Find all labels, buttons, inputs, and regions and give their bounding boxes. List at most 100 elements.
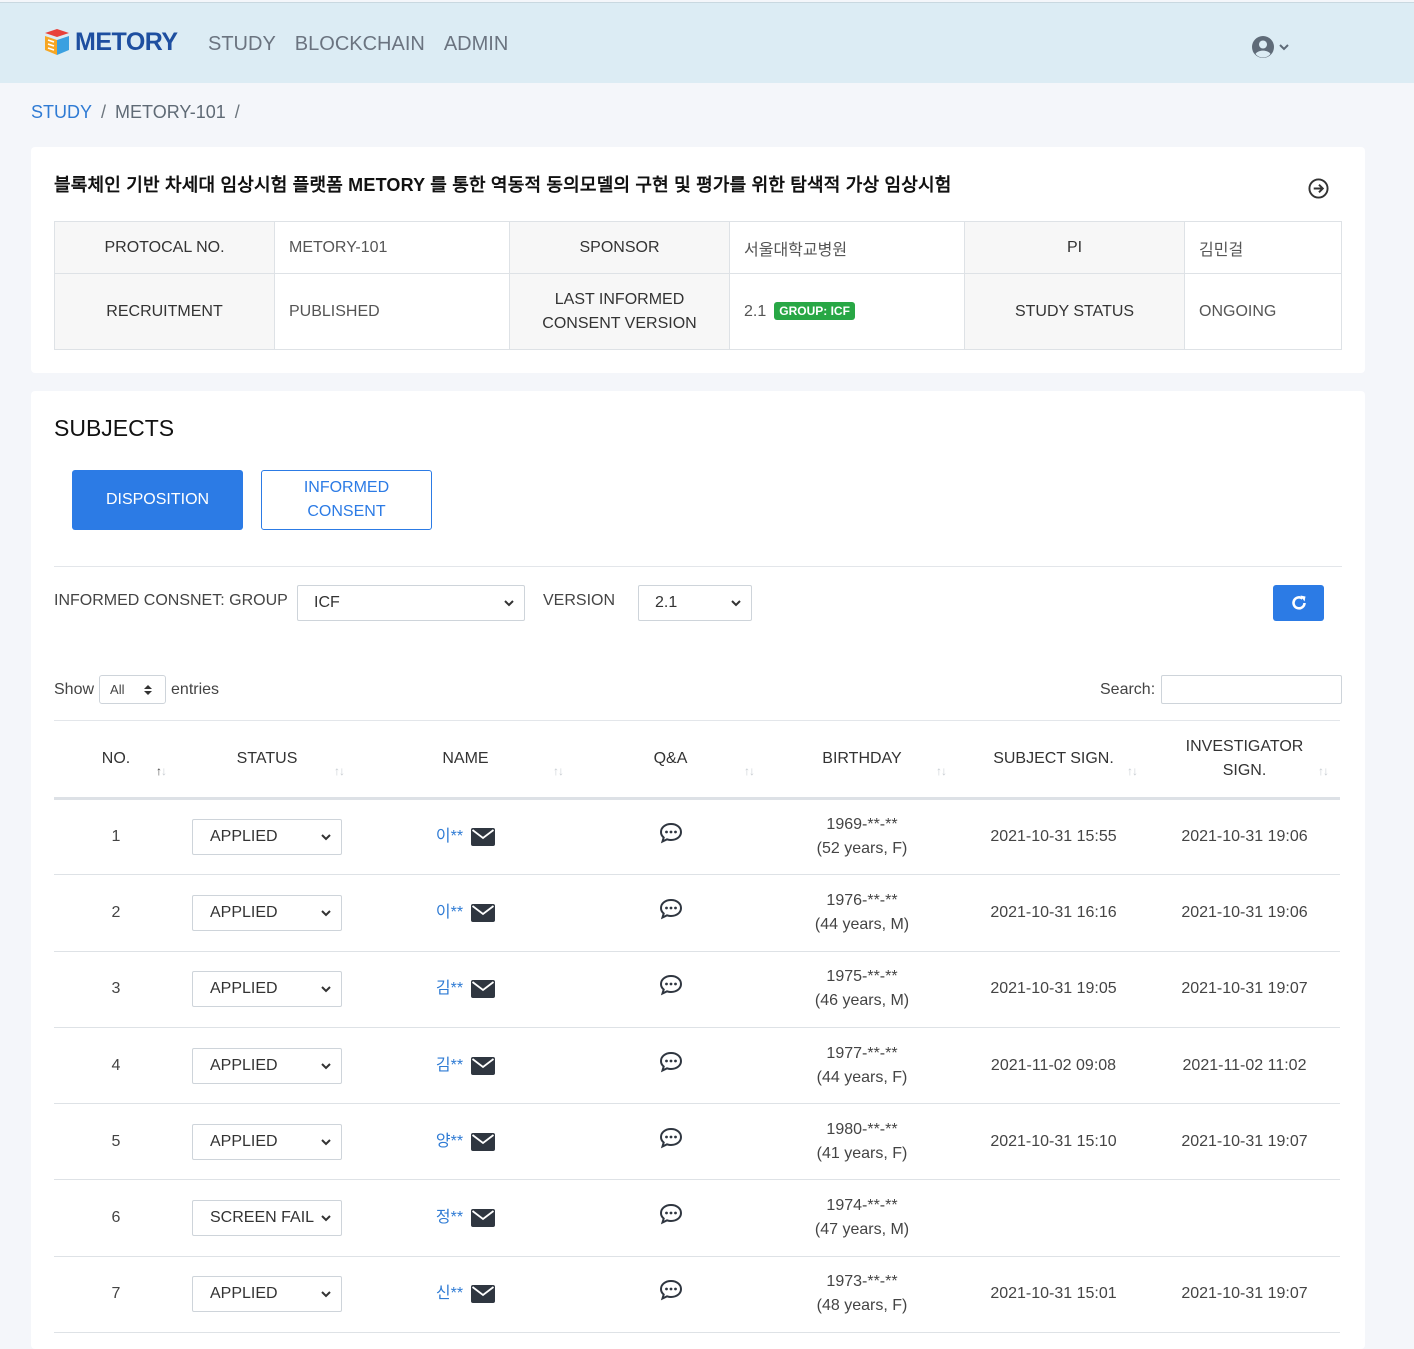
breadcrumb-protocol: METORY-101 [115,102,226,122]
subject-name-link[interactable]: 이** [436,901,463,925]
status-select[interactable]: APPLIED [192,819,342,856]
show-label: Show [54,680,95,698]
row-qa-cell [575,1027,766,1105]
row-investigator-sign: 2021-10-31 19:07 [1149,1256,1340,1334]
nav-study[interactable]: STUDY [208,33,276,56]
table-row: 7 APPLIED 신** 1973-**-** (48 years, F) 2021-1… [54,1256,1340,1334]
birthday-value: 1975-**-** [826,968,898,986]
breadcrumb-study[interactable]: STUDY [31,102,92,123]
chevron-down-icon [321,986,331,993]
col-no[interactable]: NO. ↑↓ [54,720,178,800]
entries-length-select[interactable]: All [99,675,167,704]
subject-name-link[interactable]: 이** [436,825,463,849]
group-select[interactable]: ICF [297,585,525,621]
row-no: 1 [54,798,178,876]
chat-bubble-icon[interactable] [659,1279,683,1301]
user-menu[interactable] [1251,35,1291,59]
status-select[interactable]: APPLIED [192,894,342,931]
chat-bubble-icon[interactable] [659,1127,683,1149]
row-name-cell: 이** [356,874,575,952]
table-row: 4 APPLIED 김** 1977-**-** (44 years, F) 2021-1… [54,1027,1340,1105]
status-select-value: APPLIED [210,1056,278,1074]
search-label: Search: [1100,680,1156,698]
status-select[interactable]: SCREEN FAIL [192,1200,342,1237]
row-subject-sign [958,1179,1149,1257]
row-qa-cell [575,951,766,1028]
envelope-icon[interactable] [471,1056,496,1075]
tab-disposition[interactable]: DISPOSITION [72,470,243,530]
tab-informed-consent[interactable]: INFORMED CONSENT [261,470,432,530]
entries-length-value: All [110,682,125,697]
chevron-down-icon [321,1139,331,1146]
envelope-icon[interactable] [471,1209,496,1228]
study-title: 블록체인 기반 차세대 임상시험 플랫폼 METORY 를 통한 역동적 동의모… [54,175,952,195]
main-nav: STUDY BLOCKCHAIN ADMIN [208,33,527,56]
row-birthday-cell: 1976-**-** (44 years, M) [766,874,958,952]
row-subject-sign: 2021-10-31 15:10 [958,1103,1149,1181]
study-status-value[interactable]: ONGOING [1184,273,1342,350]
subject-name-link[interactable]: 정** [436,1206,463,1230]
row-birthday-cell: 1973-**-** (48 years, F) [766,1256,958,1334]
col-qa-label: Q&A [653,750,688,767]
refresh-button[interactable] [1273,585,1324,621]
status-select[interactable]: APPLIED [192,1047,342,1084]
chat-bubble-icon[interactable] [659,1203,683,1225]
subjects-table: NO. ↑↓ STATUS ↑↓ NAME ↑↓ Q&A ↑↓ BIRTHDAY ↑↓ S… [54,720,1340,1334]
status-select-value: APPLIED [210,980,278,998]
row-subject-sign: 2021-10-31 19:05 [958,951,1149,1028]
subject-name-link[interactable]: 김** [436,977,463,1001]
nav-admin[interactable]: ADMIN [444,33,508,56]
col-name[interactable]: NAME ↑↓ [356,720,575,800]
status-select[interactable]: APPLIED [192,1276,342,1313]
subject-name-link[interactable]: 김** [436,1054,463,1078]
subject-name-link[interactable]: 신** [436,1282,463,1306]
col-no-label: NO. [101,750,131,767]
col-subject-sign[interactable]: SUBJECT SIGN. ↑↓ [958,720,1149,800]
breadcrumb-separator: / [101,102,107,122]
search-input[interactable] [1161,675,1343,704]
nav-blockchain[interactable]: BLOCKCHAIN [295,33,425,56]
group-select-value: ICF [314,594,340,611]
consent-version-value: 2.1 [744,303,767,320]
subjects-title: SUBJECTS [54,415,175,441]
sort-icon: ↑↓ [334,764,345,778]
envelope-icon[interactable] [471,828,496,847]
subjects-table-body: 1 APPLIED 이** 1969-**-** (52 years, F) 2021-1… [54,798,1340,1334]
row-name-cell: 신** [356,1256,575,1334]
user-circle-icon [1252,36,1274,58]
envelope-icon[interactable] [471,903,496,922]
row-birthday-cell: 1975-**-** (46 years, M) [766,951,958,1028]
sort-icon: ↑↓ [156,764,167,778]
chat-bubble-icon[interactable] [659,1051,683,1073]
subjects-card: SUBJECTS DISPOSITION INFORMED CONSENT IN… [31,391,1365,1349]
chevron-down-icon [321,1215,331,1222]
table-row: 5 APPLIED 양** 1980-**-** (41 years, F) 2021-1… [54,1103,1340,1181]
status-select[interactable]: APPLIED [192,1123,342,1160]
envelope-icon[interactable] [471,1132,496,1151]
status-select[interactable]: APPLIED [192,971,342,1008]
row-investigator-sign: 2021-10-31 19:07 [1149,1103,1340,1181]
age-gender-value: (47 years, M) [814,1221,910,1239]
logo[interactable]: METORY [42,27,178,57]
chat-bubble-icon[interactable] [659,822,683,844]
col-birthday[interactable]: BIRTHDAY ↑↓ [766,720,958,800]
row-no: 7 [54,1256,178,1334]
envelope-icon[interactable] [471,980,496,999]
study-info-card: 블록체인 기반 차세대 임상시험 플랫폼 METORY 를 통한 역동적 동의모… [31,147,1365,373]
col-status[interactable]: STATUS ↑↓ [178,720,356,800]
row-status-cell: SCREEN FAIL [178,1179,356,1257]
sort-icon: ↑↓ [1127,764,1138,778]
chat-bubble-icon[interactable] [659,974,683,996]
chat-bubble-icon[interactable] [659,898,683,920]
subject-name-link[interactable]: 양** [436,1130,463,1154]
col-qa[interactable]: Q&A ↑↓ [575,720,766,800]
study-info-table: PROTOCAL NO. METORY-101 SPONSOR 서울대학교병원 … [54,221,1342,350]
envelope-icon[interactable] [471,1285,496,1304]
arrow-circle-right-icon[interactable] [1308,178,1329,199]
version-select[interactable]: 2.1 [638,585,752,621]
age-gender-value: (41 years, F) [816,1144,908,1162]
sort-arrows-icon [144,685,153,695]
row-qa-cell [575,1256,766,1334]
col-investigator-sign[interactable]: INVESTIGATOR SIGN. ↑↓ [1149,720,1340,800]
birthday-value: 1974-**-** [826,1197,898,1215]
